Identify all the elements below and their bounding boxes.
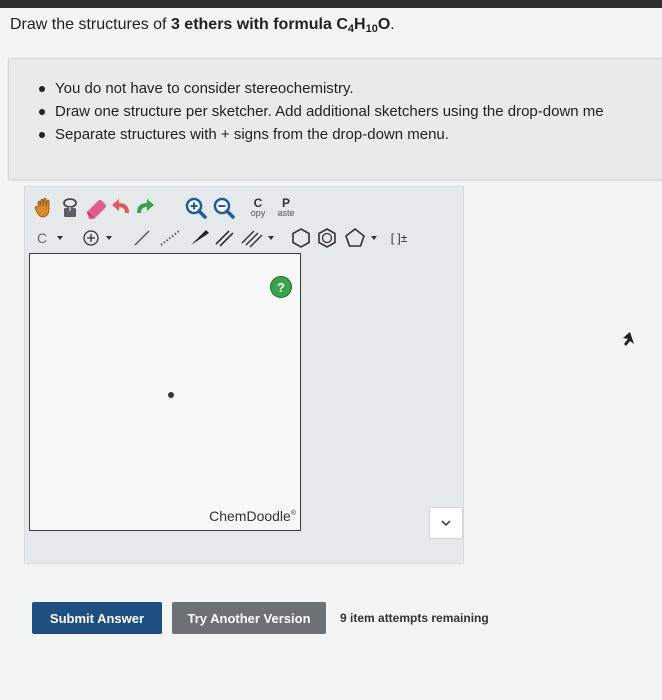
redo-icon[interactable]	[133, 195, 155, 221]
question-period: .	[390, 16, 395, 33]
help-label: ?	[277, 279, 285, 295]
instructions-box: You do not have to consider stereochemis…	[8, 58, 662, 180]
instructions-list: You do not have to consider stereochemis…	[9, 59, 662, 146]
lasso-icon[interactable]	[59, 195, 81, 221]
element-selector[interactable]: C	[33, 225, 69, 251]
plus-circle-icon	[83, 230, 99, 246]
attempts-remaining: 9 item attempts remaining	[340, 611, 489, 625]
chemdoodle-brand: ChemDoodle®	[209, 508, 296, 524]
copy-letter: C	[253, 196, 263, 210]
triple-bond-icon	[240, 230, 263, 248]
double-bond-icon[interactable]	[213, 225, 237, 251]
chevron-down-icon	[370, 236, 377, 240]
question-middle: with formula	[232, 16, 337, 33]
paste-letter: P	[281, 196, 290, 210]
bracket-button[interactable]: [ ]±	[385, 225, 413, 251]
element-label: C	[36, 230, 48, 246]
paste-button[interactable]: Paste	[273, 195, 299, 221]
top-strip	[0, 0, 662, 8]
submit-answer-button[interactable]: Submit Answer	[32, 602, 162, 634]
undo-icon[interactable]	[111, 195, 133, 221]
copy-button[interactable]: Copy	[245, 195, 271, 221]
question-prompt: Draw the structures of 3 ethers with for…	[10, 16, 395, 35]
sketcher-dropdown[interactable]	[429, 507, 463, 539]
paste-rest: aste	[277, 208, 295, 218]
sketcher-panel: Copy Paste C []± ? ChemDoodle®	[24, 186, 464, 564]
brand-text: ChemDoodle	[209, 508, 291, 524]
formula-c: C	[336, 16, 348, 33]
chevron-down-icon	[57, 236, 64, 240]
mouse-cursor-icon	[623, 332, 634, 346]
formula: C4H10O	[336, 16, 391, 35]
cyclopentane-icon	[344, 227, 365, 247]
instruction-item: You do not have to consider stereochemis…	[39, 77, 662, 100]
wedge-bond-icon[interactable]	[187, 225, 211, 251]
bracket-label: [ ]±	[390, 231, 408, 245]
formula-h: H	[354, 16, 366, 33]
chevron-down-icon	[267, 236, 274, 240]
help-button[interactable]: ?	[270, 276, 292, 298]
question-count: 3 ethers	[170, 16, 233, 33]
copy-rest: opy	[250, 208, 266, 218]
triple-bond-selector[interactable]	[239, 225, 277, 251]
sketcher-canvas[interactable]: ? ChemDoodle®	[29, 253, 301, 531]
cyclohexane-icon[interactable]	[289, 225, 313, 251]
charge-selector[interactable]	[79, 225, 117, 251]
question-prefix: Draw the structures of	[10, 16, 171, 33]
dashed-bond-icon[interactable]	[157, 225, 183, 251]
try-another-version-button[interactable]: Try Another Version	[172, 602, 326, 634]
brand-mark: ®	[290, 510, 296, 517]
zoom-out-icon[interactable]	[211, 195, 237, 221]
formula-o: O	[377, 16, 391, 33]
chevron-down-icon	[106, 236, 112, 240]
canvas-dot	[168, 392, 174, 398]
zoom-in-icon[interactable]	[183, 195, 209, 221]
hand-icon[interactable]	[33, 195, 55, 221]
formula-h-sub: 10	[365, 23, 378, 35]
chevron-down-icon	[441, 520, 451, 527]
ring-selector[interactable]	[341, 225, 381, 251]
benzene-icon[interactable]	[315, 225, 339, 251]
instruction-item: Separate structures with + signs from th…	[39, 123, 662, 146]
instruction-item: Draw one structure per sketcher. Add add…	[39, 100, 662, 123]
eraser-icon[interactable]	[83, 195, 109, 221]
single-bond-icon[interactable]	[131, 225, 153, 251]
